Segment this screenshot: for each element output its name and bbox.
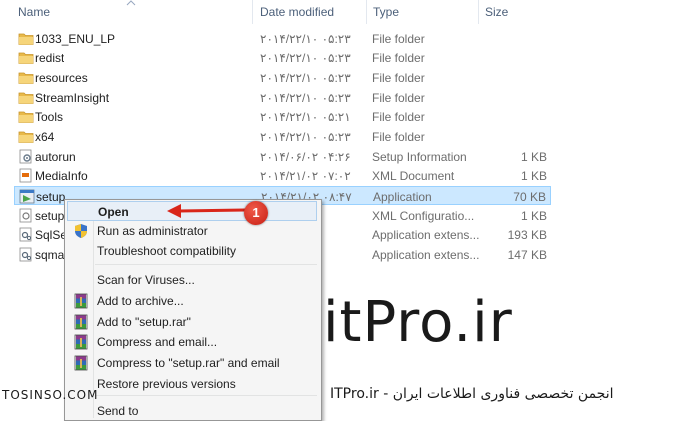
- menu-add-to-archive[interactable]: Add to archive...: [67, 291, 317, 311]
- folder-icon: [18, 90, 34, 105]
- menu-restore-previous[interactable]: Restore previous versions: [67, 374, 317, 394]
- column-divider[interactable]: [478, 0, 479, 24]
- column-type[interactable]: Type: [373, 5, 399, 19]
- file-row[interactable]: StreamInsight ۲۰۱۴/۲۲/۱۰ ۰۵:۲۳ File folder: [14, 88, 551, 107]
- file-type: File folder: [372, 32, 425, 46]
- dll-icon: [18, 227, 34, 242]
- winrar-icon: [73, 334, 89, 350]
- dll-icon: [18, 247, 34, 262]
- file-type: XML Document: [372, 169, 455, 183]
- winrar-icon: [73, 355, 89, 371]
- itpro-logo: itPro.ir: [323, 290, 513, 355]
- file-date: ۲۰۱۴/۲۲/۱۰ ۰۵:۲۳: [260, 130, 351, 144]
- winrar-icon: [73, 293, 89, 309]
- menu-scan-viruses[interactable]: Scan for Viruses...: [67, 270, 317, 290]
- menu-item-label: Compress and email...: [97, 335, 218, 349]
- file-type: Application extens...: [372, 248, 480, 262]
- file-size: 193 KB: [507, 228, 547, 242]
- file-type: Application extens...: [372, 228, 480, 242]
- menu-item-label: Add to "setup.rar": [97, 315, 191, 329]
- file-row[interactable]: 1033_ENU_LP ۲۰۱۴/۲۲/۱۰ ۰۵:۲۳ File folder: [14, 29, 551, 48]
- file-size: 1 KB: [520, 150, 547, 164]
- file-type: File folder: [372, 91, 425, 105]
- file-date: ۲۰۱۴/۲۲/۱۰ ۰۵:۲۱: [260, 110, 351, 124]
- menu-separator: [95, 264, 317, 265]
- file-row[interactable]: x64 ۲۰۱۴/۲۲/۱۰ ۰۵:۲۳ File folder: [14, 127, 551, 146]
- file-type: Application: [373, 190, 432, 204]
- file-type: Setup Information: [372, 150, 467, 164]
- column-name[interactable]: Name: [18, 5, 50, 19]
- xml-document-icon: [18, 168, 34, 183]
- menu-item-label: Send to: [97, 404, 139, 418]
- uac-shield-icon: [73, 223, 89, 239]
- menu-separator: [95, 395, 317, 396]
- file-type: File folder: [372, 110, 425, 124]
- file-date: ۲۰۱۴/۲۲/۱۰ ۰۵:۲۳: [260, 91, 351, 105]
- menu-compress-email[interactable]: Compress and email...: [67, 332, 317, 352]
- menu-run-as-admin[interactable]: Run as administrator: [67, 221, 317, 241]
- file-name: redist: [35, 51, 65, 65]
- file-row[interactable]: Tools ۲۰۱۴/۲۲/۱۰ ۰۵:۲۱ File folder: [14, 107, 551, 126]
- file-name: setup.: [35, 209, 68, 223]
- folder-icon: [18, 50, 34, 65]
- menu-item-label: Open: [98, 205, 129, 219]
- column-divider[interactable]: [252, 0, 253, 24]
- file-size: 147 KB: [507, 248, 547, 262]
- setup-info-icon: [18, 149, 34, 164]
- file-row[interactable]: autorun ۲۰۱۴/۰۶/۰۲ ۰۴:۲۶ Setup Information…: [14, 147, 551, 166]
- application-icon: [19, 189, 35, 204]
- file-type: File folder: [372, 130, 425, 144]
- file-row[interactable]: redist ۲۰۱۴/۲۲/۱۰ ۰۵:۲۳ File folder: [14, 48, 551, 67]
- column-size[interactable]: Size: [485, 5, 508, 19]
- file-size: 1 KB: [520, 169, 547, 183]
- sort-up-icon: [126, 0, 136, 6]
- file-name: setup: [36, 190, 66, 204]
- file-name: Tools: [35, 110, 64, 124]
- column-date-modified[interactable]: Date modified: [260, 5, 334, 19]
- folder-icon: [18, 31, 34, 46]
- menu-item-label: Add to archive...: [97, 294, 184, 308]
- file-row[interactable]: MediaInfo ۲۰۱۴/۲۱/۰۲ ۰۷:۰۲ XML Document 1 K…: [14, 166, 551, 185]
- folder-icon: [18, 129, 34, 144]
- file-row[interactable]: resources ۲۰۱۴/۲۲/۱۰ ۰۵:۲۳ File folder: [14, 68, 551, 87]
- file-date: ۲۰۱۴/۲۱/۰۲ ۰۷:۰۲: [260, 169, 351, 183]
- file-date: ۲۰۱۴/۰۶/۰۲ ۰۴:۲۶: [260, 150, 351, 164]
- file-date: ۲۰۱۴/۲۲/۱۰ ۰۵:۲۳: [260, 51, 351, 65]
- folder-icon: [18, 70, 34, 85]
- menu-item-label: Troubleshoot compatibility: [97, 244, 236, 258]
- file-name: resources: [35, 71, 88, 85]
- context-menu: Open Run as administrator Troubleshoot com…: [64, 199, 322, 421]
- xml-config-icon: [18, 208, 34, 223]
- winrar-icon: [73, 314, 89, 330]
- file-name: x64: [35, 130, 55, 144]
- column-divider[interactable]: [366, 0, 367, 24]
- file-name: MediaInfo: [35, 169, 88, 183]
- file-name: StreamInsight: [35, 91, 110, 105]
- file-size: 70 KB: [513, 190, 546, 204]
- tosinso-watermark: TOSINSO.COM: [2, 388, 99, 402]
- file-type: File folder: [372, 51, 425, 65]
- menu-item-label: Run as administrator: [97, 224, 208, 238]
- file-type: XML Configuratio...: [372, 209, 475, 223]
- menu-add-to-setup-rar[interactable]: Add to "setup.rar": [67, 312, 317, 332]
- step-badge: 1: [244, 201, 268, 225]
- file-name: autorun: [35, 150, 76, 164]
- folder-icon: [18, 109, 34, 124]
- itpro-watermark: انجمن تخصصی فناوری اطلاعات ایران - ITPro…: [330, 386, 614, 402]
- menu-item-label: Restore previous versions: [97, 377, 236, 391]
- file-type: File folder: [372, 71, 425, 85]
- file-size: 1 KB: [520, 209, 547, 223]
- menu-troubleshoot[interactable]: Troubleshoot compatibility: [67, 241, 317, 261]
- menu-compress-setup-rar-email[interactable]: Compress to "setup.rar" and email: [67, 353, 317, 373]
- file-date: ۲۰۱۴/۲۲/۱۰ ۰۵:۲۳: [260, 32, 351, 46]
- menu-send-to[interactable]: Send to: [67, 401, 317, 421]
- menu-item-label: Compress to "setup.rar" and email: [97, 356, 280, 370]
- file-name: 1033_ENU_LP: [35, 32, 116, 46]
- menu-item-label: Scan for Viruses...: [97, 273, 195, 287]
- column-header: Name Date modified Type Size: [0, 0, 678, 24]
- file-date: ۲۰۱۴/۲۲/۱۰ ۰۵:۲۳: [260, 71, 351, 85]
